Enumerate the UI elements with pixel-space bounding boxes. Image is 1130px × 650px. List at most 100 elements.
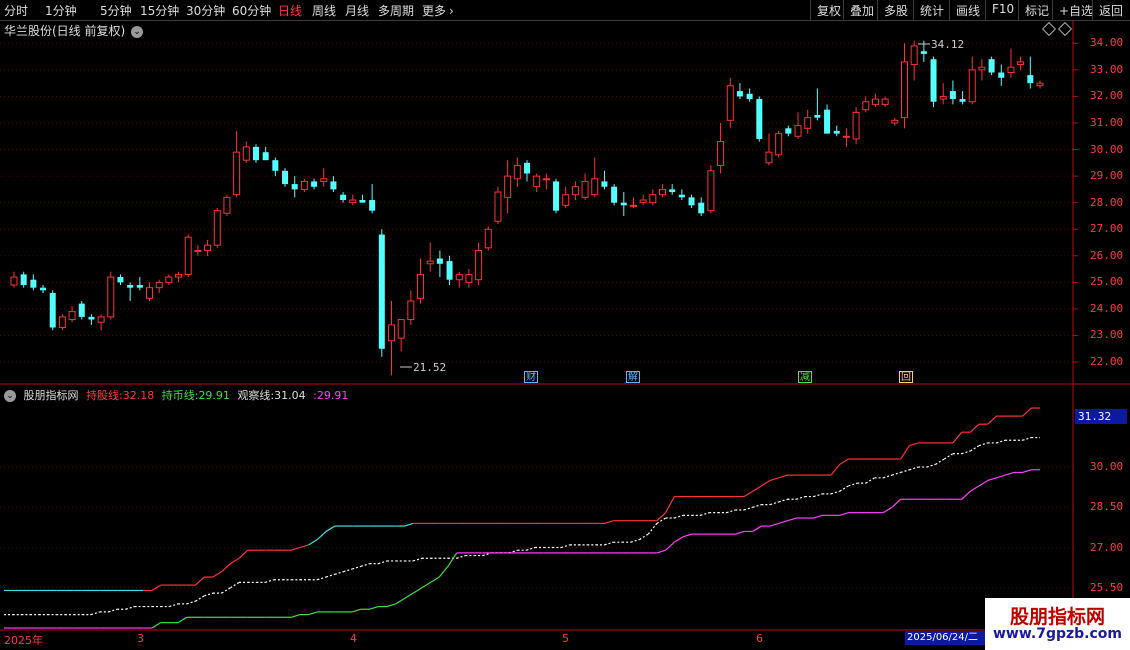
hold-line-segment: [839, 458, 849, 465]
watch-line-segment: [526, 546, 536, 551]
candle: [175, 271, 183, 283]
candle: [184, 234, 192, 278]
event-marker-unlock[interactable]: 解: [626, 371, 640, 383]
event-marker-reduce[interactable]: 减: [798, 371, 812, 383]
candle: [736, 83, 743, 100]
candle: [669, 184, 676, 195]
watch-line-segment: [334, 571, 344, 575]
cash-line-segment: [438, 565, 449, 578]
candle: [794, 112, 802, 139]
watch-line-segment: [352, 565, 362, 570]
high-price-label: 34.12: [931, 38, 965, 51]
date-label-mar: 3: [137, 632, 144, 645]
candle: [562, 186, 570, 208]
candle: [988, 56, 995, 76]
chart-canvas[interactable]: [0, 0, 1130, 650]
cash-line-segment: [412, 587, 423, 594]
watch-line-segment: [378, 560, 388, 565]
candle: [465, 269, 473, 288]
cash-line-segment: [1022, 469, 1032, 473]
price-tick-label: 33.00: [1090, 62, 1124, 76]
candle: [387, 300, 395, 376]
watch-line-segment: [604, 541, 614, 546]
price-tick-label: 30.00: [1090, 142, 1124, 156]
watch-line-segment: [830, 490, 840, 495]
watch-line-segment: [796, 495, 806, 500]
candle: [1027, 56, 1034, 89]
watch-line-segment: [769, 501, 780, 506]
event-marker-financial[interactable]: 财: [524, 371, 538, 383]
candle: [959, 91, 966, 105]
cash-line-segment: [891, 498, 902, 508]
candle: [58, 314, 66, 331]
candle: [862, 96, 870, 113]
candle: [581, 173, 589, 201]
line4-value: :29.91: [313, 389, 349, 402]
price-tick-label: 34.00: [1090, 36, 1124, 50]
cash-line-segment: [978, 479, 989, 487]
watch-line-segment: [639, 533, 649, 540]
hold-line-segment: [952, 431, 963, 444]
cash-line-segment: [421, 581, 431, 589]
watch-line-segment: [169, 603, 179, 608]
cash-line-segment: [291, 614, 301, 618]
candle: [601, 170, 608, 190]
event-marker-buyback[interactable]: 回: [899, 371, 913, 383]
candle: [930, 56, 937, 108]
candle: [900, 43, 908, 129]
cash-line-label: 持币线:: [161, 389, 199, 402]
candle: [155, 279, 163, 293]
hold-line-segment: [830, 463, 841, 476]
cash-line-segment: [961, 490, 971, 500]
candle: [639, 194, 647, 206]
hold-line-segment: [769, 477, 780, 482]
candle: [804, 109, 812, 134]
candle: [659, 184, 667, 198]
candle: [97, 314, 105, 331]
watch-line-segment: [343, 568, 353, 573]
candle: [417, 258, 425, 304]
watch-line-segment: [230, 581, 240, 589]
price-tick-label: 31.00: [1090, 115, 1124, 129]
price-tick-label: 25.00: [1090, 275, 1124, 289]
candle: [949, 80, 956, 105]
candle: [349, 194, 357, 206]
candle: [1007, 48, 1015, 78]
watch-line-segment: [325, 573, 336, 578]
candle: [765, 133, 773, 166]
cash-line-segment: [778, 520, 788, 524]
watch-line-segment: [970, 445, 980, 452]
price-tick-label: 26.00: [1090, 248, 1124, 262]
candle: [698, 197, 705, 216]
hold-line-segment: [221, 563, 231, 573]
watch-line-segment: [839, 485, 849, 492]
candle: [553, 178, 560, 214]
candle: [533, 173, 541, 193]
candle: [814, 88, 821, 121]
candle: [998, 64, 1005, 86]
candle: [775, 130, 783, 158]
candle: [726, 77, 734, 129]
cash-line-segment: [447, 552, 458, 567]
candle: [852, 107, 860, 145]
cash-line-segment: [151, 622, 162, 629]
candle: [407, 290, 415, 325]
candle: [136, 277, 143, 291]
candle: [397, 319, 405, 352]
candle: [340, 192, 347, 203]
candle: [40, 285, 47, 293]
cash-line-segment: [386, 603, 396, 608]
watermark-url: www.7gpzb.com: [992, 626, 1122, 642]
low-price-label: 21.52: [413, 361, 447, 374]
watch-line-segment: [125, 605, 135, 610]
hold-line-segment: [743, 490, 754, 498]
watch-line-segment: [317, 576, 327, 581]
watch-line-segment: [647, 523, 658, 535]
watch-line-segment: [700, 512, 710, 516]
candle: [717, 122, 725, 174]
cash-line-segment: [665, 541, 675, 551]
indicator-name: 股朋指标网: [23, 389, 79, 402]
candle: [1036, 80, 1044, 89]
collapse-icon[interactable]: ⌄: [4, 390, 16, 402]
watch-line-segment: [935, 458, 945, 465]
